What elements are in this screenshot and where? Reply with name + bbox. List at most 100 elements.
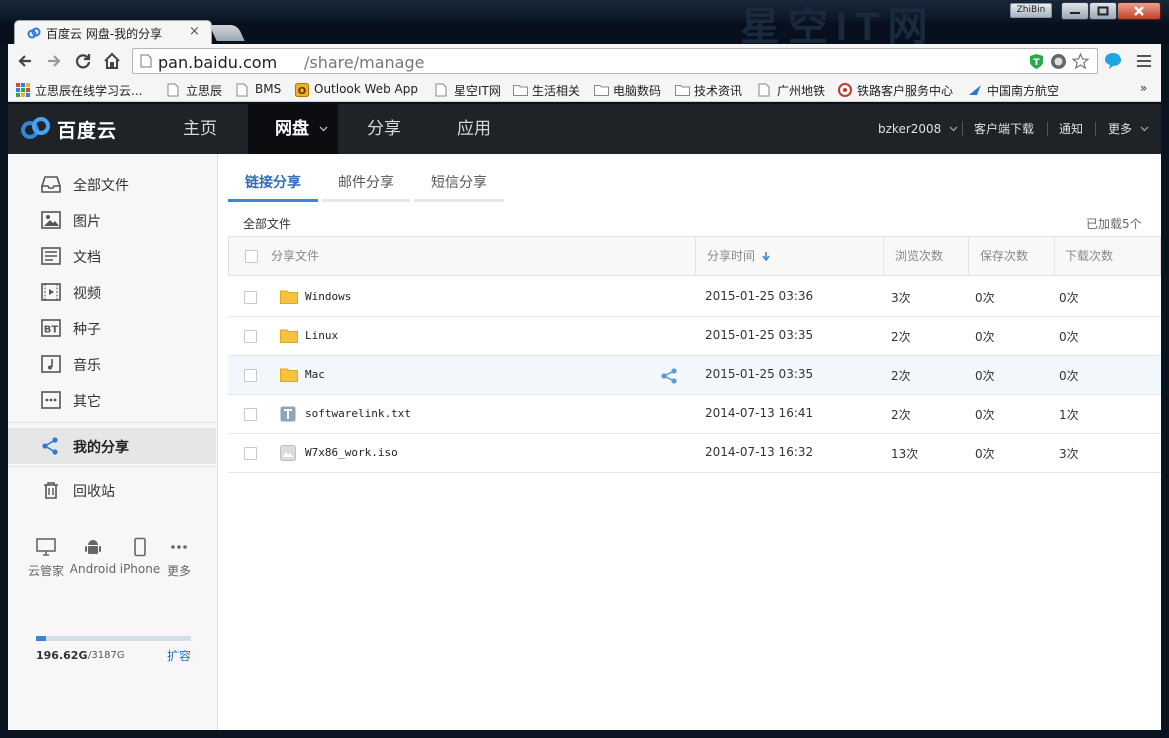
share-time: 2015-01-25 03:36 <box>705 289 814 303</box>
share-time: 2014-07-13 16:32 <box>705 445 814 459</box>
maximize-button[interactable] <box>1089 2 1117 20</box>
sidebar-item-label: 图片 <box>73 214 101 230</box>
browser-tab-active[interactable]: 百度云 网盘-我的分享 × <box>14 20 212 45</box>
more-dots-icon <box>171 545 187 549</box>
divider <box>1054 237 1055 275</box>
sidebar-item-torrents[interactable]: BT 种子 <box>8 310 216 346</box>
sidebar-item-label: 音乐 <box>73 358 101 374</box>
more-menu[interactable]: 更多 <box>1108 104 1149 154</box>
bookmarks-overflow-button[interactable]: » <box>1140 81 1147 95</box>
tab-sms-share[interactable]: 短信分享 <box>414 168 504 202</box>
trash-icon <box>44 482 58 499</box>
save-count: 0次 <box>975 408 995 422</box>
sidebar-item-recycle-bin[interactable]: 回收站 <box>8 472 216 508</box>
nav-disk[interactable]: 网盘 <box>248 104 338 154</box>
sidebar-item-documents[interactable]: 文档 <box>8 238 216 274</box>
file-name[interactable]: Mac <box>305 368 325 381</box>
row-checkbox[interactable] <box>244 369 257 382</box>
folder-icon <box>280 329 298 343</box>
select-all-checkbox[interactable] <box>245 250 258 263</box>
quota-progress-fill <box>36 636 46 641</box>
expand-storage-link[interactable]: 扩容 <box>167 647 191 664</box>
shield-extension-icon[interactable]: T <box>1028 53 1045 70</box>
nav-home[interactable]: 主页 <box>183 104 243 154</box>
sidebar-item-all-files[interactable]: 全部文件 <box>8 166 216 202</box>
file-name[interactable]: softwarelink.txt <box>305 407 411 420</box>
svg-text:BT: BT <box>44 325 59 336</box>
page-icon <box>236 83 248 97</box>
table-row[interactable]: softwarelink.txt 2014-07-13 16:41 2次 0次 … <box>228 395 1161 434</box>
menu-icon[interactable] <box>1136 54 1152 68</box>
disc-image-icon <box>280 445 296 461</box>
sidebar-item-other[interactable]: 其它 <box>8 382 216 418</box>
folder-icon <box>675 85 690 96</box>
reload-icon[interactable] <box>74 52 92 70</box>
column-header-time[interactable]: 分享时间 <box>707 237 770 275</box>
table-row[interactable]: Linux 2015-01-25 03:35 2次 0次 0次 <box>228 317 1161 356</box>
row-checkbox[interactable] <box>244 408 257 421</box>
device-android[interactable]: Android <box>69 537 117 585</box>
table-row[interactable]: Windows 2015-01-25 03:36 3次 0次 0次 <box>228 278 1161 317</box>
view-count: 2次 <box>891 408 911 422</box>
sidebar-item-videos[interactable]: 视频 <box>8 274 216 310</box>
nav-apps[interactable]: 应用 <box>457 104 507 154</box>
extension-icon[interactable] <box>1050 53 1067 70</box>
bookmark-star-icon[interactable] <box>1072 53 1089 70</box>
file-name[interactable]: W7x86_work.iso <box>305 446 398 459</box>
view-count: 2次 <box>891 369 911 383</box>
file-name[interactable]: Windows <box>305 290 351 303</box>
address-bar[interactable]: pan.baidu.com /share/manage T <box>132 48 1098 74</box>
share-time: 2015-01-25 03:35 <box>705 328 814 342</box>
page-icon <box>758 83 770 97</box>
username-menu[interactable]: bzker2008 <box>878 104 958 154</box>
window-titlebar[interactable]: 星空IT网 <box>0 0 1169 49</box>
table-row[interactable]: W7x86_work.iso 2014-07-13 16:32 13次 0次 3… <box>228 434 1161 473</box>
sort-down-arrow-icon <box>762 252 770 262</box>
more-menu-label: 更多 <box>1108 122 1133 136</box>
tab-close-button[interactable]: × <box>189 24 200 39</box>
divider <box>1047 122 1048 136</box>
row-checkbox[interactable] <box>244 447 257 460</box>
device-desktop-client[interactable]: 云管家 <box>22 537 70 585</box>
view-count: 13次 <box>891 447 919 461</box>
device-label: 更多 <box>166 564 191 578</box>
file-name[interactable]: Linux <box>305 329 338 342</box>
home-icon[interactable] <box>103 52 121 70</box>
row-checkbox[interactable] <box>244 291 257 304</box>
chat-extension-icon[interactable] <box>1103 52 1123 70</box>
device-more[interactable]: 更多 <box>155 537 203 585</box>
back-arrow-icon[interactable] <box>16 52 34 70</box>
folder-icon <box>280 290 298 304</box>
new-tab-button[interactable] <box>209 25 245 41</box>
sidebar-item-music[interactable]: 音乐 <box>8 346 216 382</box>
url-host: pan.baidu.com <box>158 53 278 72</box>
apps-icon <box>16 83 30 97</box>
railway-icon <box>838 83 852 97</box>
tab-link-share[interactable]: 链接分享 <box>228 168 318 202</box>
sidebar-item-images[interactable]: 图片 <box>8 202 216 238</box>
sidebar-item-my-share[interactable]: 我的分享 <box>8 428 216 464</box>
nav-share[interactable]: 分享 <box>367 104 417 154</box>
minimize-button[interactable] <box>1061 2 1089 20</box>
bookmark-label: 技术资讯 <box>694 84 743 98</box>
close-icon <box>1134 6 1144 16</box>
baidu-cloud-logo[interactable]: 百度云 <box>18 113 138 143</box>
notifications-link[interactable]: 通知 <box>1059 104 1083 154</box>
forward-arrow-icon[interactable] <box>45 52 63 70</box>
quota-used: 196.62G <box>36 649 88 662</box>
quota-total: /3187G <box>88 650 125 661</box>
divider <box>1095 122 1096 136</box>
share-icon[interactable] <box>660 367 678 385</box>
breadcrumb[interactable]: 全部文件 <box>243 215 291 232</box>
bookmark-label: Outlook Web App <box>314 82 418 96</box>
client-download-link[interactable]: 客户端下载 <box>974 104 1034 154</box>
quota-progress-bar <box>36 636 191 641</box>
row-checkbox[interactable] <box>244 330 257 343</box>
browser-toolbar: pan.baidu.com /share/manage T <box>8 44 1161 78</box>
bookmark-label: 立思辰 <box>186 84 223 98</box>
save-count: 0次 <box>975 330 995 344</box>
table-row[interactable]: Mac 2015-01-25 03:35 2次 0次 0次 <box>228 356 1161 395</box>
bookmark-label: 中国南方航空 <box>987 84 1060 98</box>
close-window-button[interactable] <box>1117 2 1161 20</box>
tab-email-share[interactable]: 邮件分享 <box>322 168 410 202</box>
